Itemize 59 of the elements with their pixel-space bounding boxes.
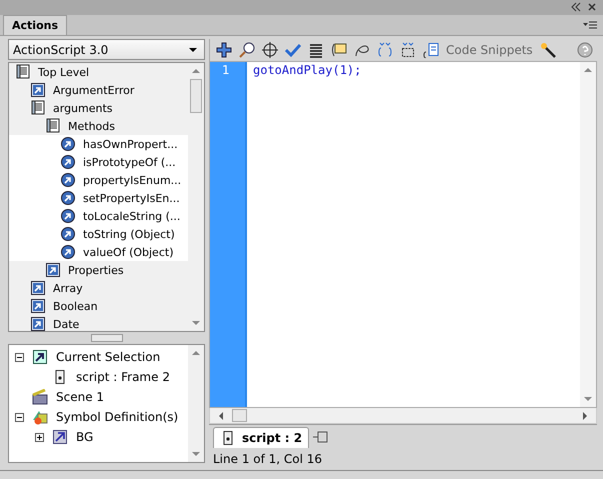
- scroll-thumb[interactable]: [232, 409, 247, 422]
- scroll-right-icon: [580, 410, 590, 422]
- search-icon: [239, 42, 255, 58]
- panel-tab[interactable]: Actions: [3, 15, 67, 36]
- code-editor[interactable]: 1 gotoAndPlay(1);: [209, 61, 597, 408]
- arrow-box-icon: [30, 82, 46, 98]
- scroll-thumb[interactable]: [190, 79, 202, 114]
- script-tab[interactable]: script : 2: [213, 427, 310, 448]
- horizontal-scrollbar[interactable]: [209, 408, 597, 424]
- status-text: Line 1 of 1, Col 16: [212, 451, 324, 468]
- tree-item[interactable]: Array: [53, 282, 83, 295]
- tree-item[interactable]: Top Level: [38, 66, 90, 79]
- tree-item[interactable]: Scene 1: [56, 390, 104, 404]
- tree-item[interactable]: Symbol Definition(s): [56, 410, 178, 424]
- help-icon: [577, 42, 593, 58]
- shapes-icon: [32, 409, 48, 426]
- tree-item[interactable]: Current Selection: [56, 350, 160, 364]
- scrollbar[interactable]: [580, 62, 596, 408]
- tree-item[interactable]: ArgumentError: [53, 84, 134, 97]
- book-icon: [15, 64, 31, 80]
- clapperboard-icon: [32, 389, 48, 406]
- book-icon: [30, 100, 46, 116]
- arrow-box-icon: [32, 349, 48, 366]
- code-snippets-button[interactable]: Code Snippets: [446, 43, 533, 58]
- arrow-box-icon: [30, 316, 46, 332]
- align-lines-icon: [308, 42, 324, 58]
- add-icon: [216, 42, 232, 58]
- splitter-handle[interactable]: [90, 334, 122, 342]
- tree-item[interactable]: script : Frame 2: [76, 370, 170, 384]
- expand-icon: [35, 432, 44, 442]
- language-dropdown[interactable]: ActionScript 3.0: [8, 39, 205, 60]
- caret-icon: [188, 46, 198, 53]
- tree-item[interactable]: Methods: [68, 120, 115, 133]
- pin-icon: [313, 428, 330, 445]
- tree-item[interactable]: Date: [53, 318, 80, 331]
- comment-icon: [331, 42, 347, 58]
- collapse-icon: [15, 412, 24, 422]
- scrollbar[interactable]: [188, 345, 204, 462]
- check-icon: [285, 42, 301, 58]
- arrow-box-icon: [30, 298, 46, 314]
- close-icon: [587, 2, 597, 12]
- line-number: 1: [221, 63, 231, 78]
- tree-item[interactable]: arguments: [53, 102, 113, 115]
- movie-clip-icon: [52, 429, 68, 446]
- magic-wand-icon: [540, 42, 556, 58]
- collapse-panel-icon: [570, 2, 581, 12]
- tree-item[interactable]: Boolean: [53, 300, 98, 313]
- arrow-box-icon: [45, 262, 61, 278]
- book-icon: [45, 118, 61, 134]
- collapse-icon: [15, 352, 24, 362]
- document-braces-icon: [423, 42, 439, 58]
- collapse-braces-icon: [377, 42, 393, 58]
- arrow-box-icon: [30, 280, 46, 296]
- tree-item[interactable]: Properties: [68, 264, 124, 277]
- target-icon: [262, 42, 278, 58]
- menu-icon: [583, 20, 597, 30]
- tree-item[interactable]: BG: [76, 430, 94, 444]
- collapse-selection-icon: [400, 42, 416, 58]
- code-line: gotoAndPlay(1);: [253, 63, 362, 78]
